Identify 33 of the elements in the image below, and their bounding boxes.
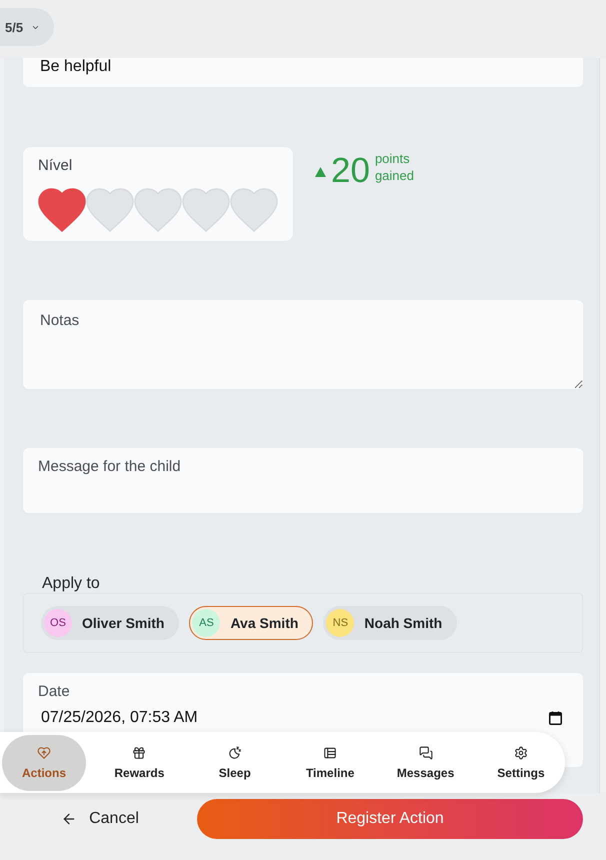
date-input[interactable]: 07/25/2026, 07:53 AM xyxy=(38,709,258,727)
notes-field[interactable]: Notas xyxy=(23,300,583,389)
register-action-button[interactable]: Register Action xyxy=(197,799,583,839)
date-label: Date xyxy=(38,683,70,701)
level-label: Nível xyxy=(38,157,72,175)
heart-icon[interactable] xyxy=(38,188,86,232)
step-selector[interactable]: 5/5 xyxy=(0,8,54,46)
nav-tab[interactable]: Sleep xyxy=(192,734,277,790)
initials-avatar: OS xyxy=(44,609,72,637)
apply-to-label: Apply to xyxy=(42,575,100,593)
initials-avatar: AS xyxy=(192,609,220,637)
nav-tab[interactable]: Messages xyxy=(384,734,468,790)
heart-arrow-icon xyxy=(37,746,51,760)
child-chip[interactable]: AS Ava Smith xyxy=(189,606,314,640)
chat-bubbles-icon xyxy=(418,746,433,760)
message-field[interactable]: Message for the child xyxy=(23,448,583,513)
points-value: 20 xyxy=(331,152,370,190)
settings-icon xyxy=(514,746,528,760)
points-label: points gained xyxy=(374,150,415,184)
nav-tab[interactable]: Timeline xyxy=(288,734,372,790)
child-chip[interactable]: OS Oliver Smith xyxy=(41,606,180,640)
calendar-icon[interactable] xyxy=(549,711,562,725)
title-input[interactable]: Be helpful xyxy=(23,58,583,87)
heart-rating[interactable] xyxy=(38,188,278,232)
cancel-button[interactable]: Cancel xyxy=(50,799,150,839)
moon-icon xyxy=(228,746,242,760)
gift-icon xyxy=(132,746,146,760)
nav-tab[interactable]: Rewards xyxy=(97,734,182,790)
list-icon xyxy=(323,746,338,760)
nav-tab[interactable]: Settings xyxy=(478,734,563,790)
child-chip[interactable]: NS Noah Smith xyxy=(323,606,458,640)
initials-avatar: NS xyxy=(326,609,354,637)
nav-tab[interactable]: Actions xyxy=(2,734,86,790)
